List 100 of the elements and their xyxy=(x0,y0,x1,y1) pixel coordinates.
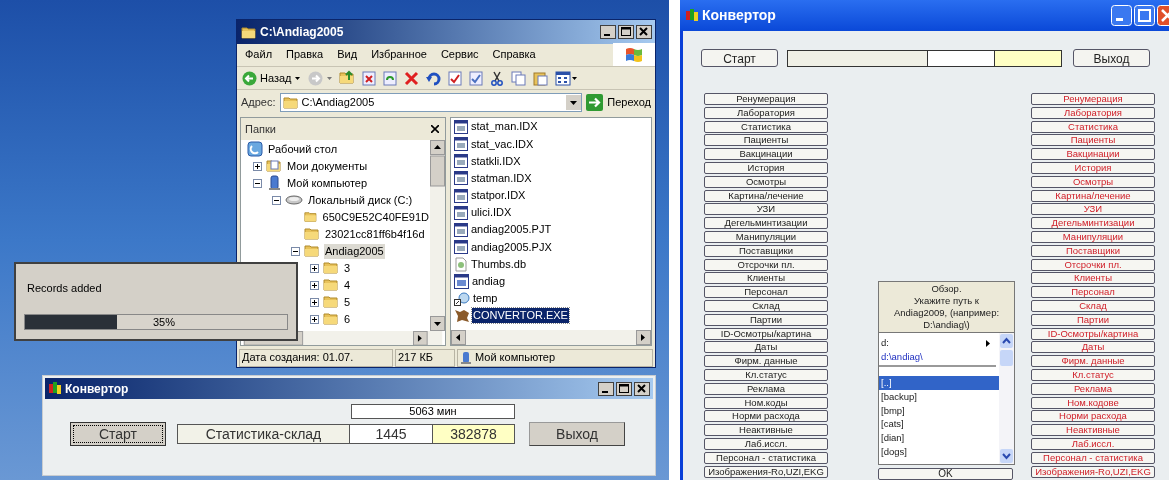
tree-item[interactable]: 650C9E52C40FE91D xyxy=(321,209,430,225)
paste-icon[interactable] xyxy=(532,70,548,86)
table-button[interactable]: Картина/лечение xyxy=(704,189,828,202)
tree-item[interactable]: Andiag2005 xyxy=(324,243,385,259)
path-item[interactable]: d:\andiag\ xyxy=(881,349,923,365)
table-button[interactable]: Статистика xyxy=(704,120,828,133)
exit-button[interactable]: Выход xyxy=(529,422,625,446)
menu-item[interactable]: Файл xyxy=(245,46,273,63)
scrollbar[interactable] xyxy=(451,330,651,346)
back-button[interactable]: Назад xyxy=(241,68,301,89)
table-button[interactable]: Ренумерация xyxy=(704,93,828,105)
expand-icon[interactable] xyxy=(253,161,262,171)
table-button[interactable]: Кл.статус xyxy=(1031,368,1155,381)
file-item[interactable]: temp xyxy=(472,291,499,307)
table-button[interactable]: Манипуляции xyxy=(704,230,828,243)
exit-button[interactable]: Выход xyxy=(1073,49,1150,67)
file-item[interactable]: CONVERTOR.EXE xyxy=(472,308,569,324)
list-item[interactable]: [cats] xyxy=(879,417,999,432)
folder-up-icon[interactable] xyxy=(338,70,355,87)
ok-button[interactable]: OK xyxy=(878,468,1013,480)
table-button[interactable]: Осмотры xyxy=(1031,175,1155,188)
collapse-icon[interactable] xyxy=(291,246,300,256)
file-item[interactable]: statman.IDX xyxy=(470,170,533,186)
table-button[interactable]: Фирм. данные xyxy=(1031,355,1155,368)
table-button[interactable]: История xyxy=(704,162,828,174)
minimize-icon[interactable] xyxy=(600,24,616,39)
view-grid-icon[interactable] xyxy=(554,70,577,86)
expand-icon[interactable] xyxy=(310,297,319,307)
close-icon[interactable] xyxy=(431,124,439,133)
table-button[interactable]: Фирм. данные xyxy=(704,355,828,368)
table-button[interactable]: Картина/лечение xyxy=(1031,189,1155,202)
table-button[interactable]: История xyxy=(1031,162,1155,174)
list-item[interactable]: [bmp] xyxy=(879,403,999,418)
table-button[interactable]: Персонал xyxy=(704,286,828,299)
close-icon[interactable] xyxy=(634,381,650,396)
maximize-icon[interactable] xyxy=(616,381,632,396)
table-button[interactable]: ID-Осмотры/картина xyxy=(704,327,828,340)
address-field[interactable]: C:\Andiag2005 xyxy=(279,92,583,112)
go-button[interactable]: Переход xyxy=(586,92,651,112)
table-button[interactable]: Партии xyxy=(704,313,828,326)
table-button[interactable]: Лаборатория xyxy=(704,106,828,119)
copy-icon[interactable] xyxy=(510,70,526,86)
scrollbar[interactable] xyxy=(999,333,1014,464)
file-item[interactable]: statpor.IDX xyxy=(470,188,527,204)
file-item[interactable]: andiag2005.PJX xyxy=(470,239,553,255)
tree-item[interactable]: 23021cc81ff6b4f16d xyxy=(324,226,426,242)
table-button[interactable]: Вакцинации xyxy=(1031,148,1155,161)
tree-item[interactable]: 6 xyxy=(343,311,352,327)
minimize-icon[interactable] xyxy=(598,381,614,396)
table-button[interactable]: Кл.статус xyxy=(704,368,828,381)
expand-icon[interactable] xyxy=(310,263,319,273)
menu-item[interactable]: Справка xyxy=(492,46,536,63)
table-button[interactable]: Клиенты xyxy=(1031,272,1155,285)
file-item[interactable]: Thumbs.db xyxy=(470,256,528,272)
tree-item[interactable]: Мой компьютер xyxy=(286,175,369,191)
start-button[interactable]: Старт xyxy=(70,422,166,446)
dropdown-button[interactable] xyxy=(566,94,582,110)
table-button[interactable]: Норми расхода xyxy=(1031,410,1155,423)
file-item[interactable]: andiag2005.PJT xyxy=(470,222,553,238)
list-item[interactable]: [dian] xyxy=(879,431,999,445)
table-button[interactable]: Персонал - статистика xyxy=(704,451,828,464)
file-item[interactable]: andiag xyxy=(471,274,507,289)
table-button[interactable]: Статистика xyxy=(1031,120,1155,133)
table-button[interactable]: Лаб.иссл. xyxy=(704,437,828,450)
file-item[interactable]: ulici.IDX xyxy=(470,205,513,221)
table-button[interactable]: Склад xyxy=(704,299,828,312)
table-button[interactable]: Осмотры xyxy=(704,175,828,188)
table-button[interactable]: Отсрочки пл. xyxy=(704,258,828,271)
table-button[interactable]: Даты xyxy=(1031,341,1155,354)
table-button[interactable]: Вакцинации xyxy=(704,148,828,161)
maximize-icon[interactable] xyxy=(618,24,634,39)
menu-item[interactable]: Избранное xyxy=(371,46,427,63)
table-button[interactable]: Партии xyxy=(1031,313,1155,326)
table-button[interactable]: Лаб.иссл. xyxy=(1031,437,1155,450)
menu-item[interactable]: Правка xyxy=(286,46,324,63)
table-button[interactable]: Дегельминтизации xyxy=(1031,217,1155,230)
document-icon[interactable] xyxy=(382,70,397,86)
table-button[interactable]: Дегельминтизации xyxy=(704,217,828,230)
table-button[interactable]: Лаборатория xyxy=(1031,106,1155,119)
table-button[interactable]: Изображения-Ro,UZI,EKG xyxy=(1031,465,1155,478)
expand-icon[interactable] xyxy=(310,280,319,290)
table-button[interactable]: УЗИ xyxy=(1031,203,1155,216)
table-button[interactable]: Пациенты xyxy=(704,134,828,147)
table-button[interactable]: Неактивные xyxy=(1031,424,1155,437)
document-icon[interactable] xyxy=(468,70,483,86)
table-button[interactable]: Реклама xyxy=(704,382,828,395)
tree-item[interactable]: 3 xyxy=(343,260,352,276)
tree-item[interactable]: Рабочий стол xyxy=(267,141,339,157)
table-button[interactable]: Клиенты xyxy=(704,272,828,285)
expand-icon[interactable] xyxy=(310,314,319,324)
table-button[interactable]: Ном.кодове xyxy=(1031,396,1155,409)
table-button[interactable]: Поставщики xyxy=(1031,244,1155,257)
tree-item[interactable]: Мои документы xyxy=(286,158,369,174)
table-button[interactable]: Отсрочки пл. xyxy=(1031,258,1155,271)
table-button[interactable]: ID-Осмотры/картина xyxy=(1031,327,1155,340)
start-button[interactable]: Старт xyxy=(701,49,778,67)
file-item[interactable]: stat_vac.IDX xyxy=(470,136,535,152)
close-icon[interactable] xyxy=(636,24,652,39)
table-button[interactable]: Склад xyxy=(1031,299,1155,312)
table-button[interactable]: Персонал xyxy=(1031,286,1155,299)
